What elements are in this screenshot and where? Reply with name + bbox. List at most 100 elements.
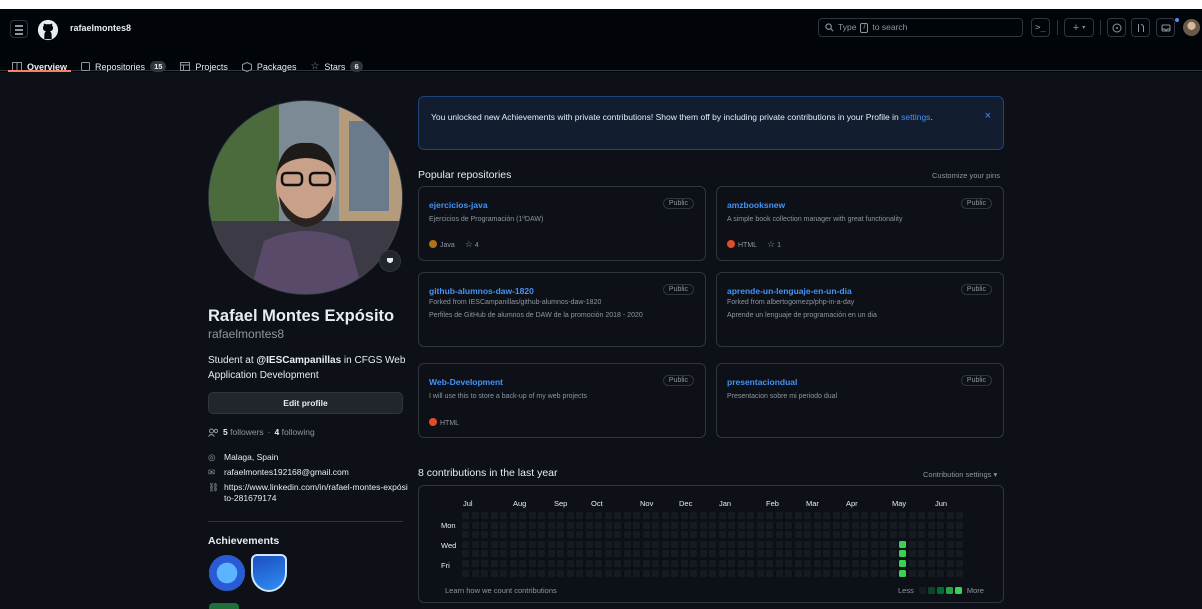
contribution-cell[interactable] bbox=[813, 540, 821, 548]
contribution-cell[interactable] bbox=[462, 550, 469, 558]
contribution-cell[interactable] bbox=[538, 521, 545, 529]
contribution-cell[interactable] bbox=[775, 512, 783, 519]
contribution-cell[interactable] bbox=[889, 560, 897, 567]
contribution-cell[interactable] bbox=[528, 531, 536, 539]
contribution-cell[interactable] bbox=[481, 569, 488, 577]
contribution-cell[interactable] bbox=[652, 521, 659, 529]
edit-profile-button[interactable]: Edit profile bbox=[208, 392, 403, 414]
tab-packages[interactable]: Packages bbox=[241, 61, 296, 72]
contribution-cell[interactable] bbox=[908, 550, 916, 558]
contribution-cell[interactable] bbox=[908, 512, 916, 519]
contribution-cell[interactable] bbox=[585, 521, 593, 529]
contribution-cell[interactable] bbox=[946, 512, 954, 519]
contribution-cell[interactable] bbox=[652, 531, 659, 539]
contribution-cell[interactable] bbox=[585, 540, 593, 548]
contribution-cell[interactable] bbox=[785, 550, 792, 558]
contribution-cell[interactable] bbox=[500, 521, 507, 529]
contribution-cell[interactable] bbox=[937, 521, 944, 529]
contribution-cell[interactable] bbox=[471, 550, 479, 558]
pull-requests-button[interactable] bbox=[1131, 18, 1150, 37]
contribution-cell[interactable] bbox=[519, 560, 526, 567]
contribution-cell[interactable] bbox=[899, 531, 906, 539]
contribution-cell[interactable] bbox=[633, 540, 640, 548]
contribution-cell[interactable] bbox=[671, 512, 678, 519]
contribution-cell[interactable] bbox=[671, 540, 678, 548]
contribution-cell[interactable] bbox=[633, 560, 640, 567]
contribution-cell[interactable] bbox=[557, 569, 564, 577]
contribution-cell[interactable] bbox=[842, 550, 849, 558]
contribution-cell[interactable] bbox=[804, 531, 811, 539]
contribution-cell[interactable] bbox=[861, 521, 868, 529]
contribution-cell[interactable] bbox=[576, 569, 583, 577]
contribution-cell[interactable] bbox=[927, 531, 935, 539]
contribution-cell[interactable] bbox=[728, 521, 735, 529]
contribution-cell[interactable] bbox=[547, 531, 555, 539]
tab-stars[interactable]: ☆ Stars 6 bbox=[310, 61, 363, 72]
contribution-cell[interactable] bbox=[661, 550, 669, 558]
contribution-cell[interactable] bbox=[785, 560, 792, 567]
contribution-cell[interactable] bbox=[747, 560, 754, 567]
contribution-cell[interactable] bbox=[794, 560, 802, 567]
contribution-cell[interactable] bbox=[823, 569, 830, 577]
set-status-button[interactable] bbox=[379, 250, 401, 272]
contribution-cell[interactable] bbox=[699, 569, 707, 577]
contribution-cell[interactable] bbox=[709, 540, 716, 548]
website-link[interactable]: https://www.linkedin.com/in/rafael-monte… bbox=[224, 482, 408, 504]
contribution-cell[interactable] bbox=[652, 550, 659, 558]
contribution-cell[interactable] bbox=[728, 550, 735, 558]
following-link[interactable]: 4 following bbox=[275, 427, 315, 437]
github-logo-icon[interactable] bbox=[37, 19, 59, 41]
contribution-cell[interactable] bbox=[861, 560, 868, 567]
contribution-cell[interactable] bbox=[604, 521, 612, 529]
contribution-cell[interactable] bbox=[490, 560, 498, 567]
contribution-cell[interactable] bbox=[832, 569, 840, 577]
contribution-cell[interactable] bbox=[747, 550, 754, 558]
contribution-cell[interactable] bbox=[956, 560, 963, 567]
contribution-cell[interactable] bbox=[642, 521, 650, 529]
contribution-cell[interactable] bbox=[908, 560, 916, 567]
contribution-cell[interactable] bbox=[538, 560, 545, 567]
contribution-cell[interactable] bbox=[842, 521, 849, 529]
contribution-cell[interactable] bbox=[661, 531, 669, 539]
contribution-cell[interactable] bbox=[813, 531, 821, 539]
contribution-cell[interactable] bbox=[671, 560, 678, 567]
contribution-cell[interactable] bbox=[899, 569, 906, 577]
contribution-cell[interactable] bbox=[566, 521, 574, 529]
contribution-cell[interactable] bbox=[766, 521, 773, 529]
contribution-cell[interactable] bbox=[851, 540, 859, 548]
contribution-cell[interactable] bbox=[728, 512, 735, 519]
contribution-cell[interactable] bbox=[528, 550, 536, 558]
contribution-cell[interactable] bbox=[718, 540, 726, 548]
contribution-cell[interactable] bbox=[861, 531, 868, 539]
contribution-cell[interactable] bbox=[823, 512, 830, 519]
contribution-cell[interactable] bbox=[557, 521, 564, 529]
contribution-cell[interactable] bbox=[566, 560, 574, 567]
contribution-cell[interactable] bbox=[462, 560, 469, 567]
contribution-cell[interactable] bbox=[737, 540, 745, 548]
contribution-cell[interactable] bbox=[500, 512, 507, 519]
contribution-cell[interactable] bbox=[899, 560, 906, 567]
contribution-cell[interactable] bbox=[918, 560, 925, 567]
contribution-cell[interactable] bbox=[490, 550, 498, 558]
contribution-cell[interactable] bbox=[747, 521, 754, 529]
contribution-cell[interactable] bbox=[842, 512, 849, 519]
contribution-cell[interactable] bbox=[614, 540, 621, 548]
contribution-cell[interactable] bbox=[937, 531, 944, 539]
contribution-cell[interactable] bbox=[737, 569, 745, 577]
contribution-cell[interactable] bbox=[471, 569, 479, 577]
contribution-cell[interactable] bbox=[547, 569, 555, 577]
contribution-cell[interactable] bbox=[946, 531, 954, 539]
contribution-cell[interactable] bbox=[889, 569, 897, 577]
contribution-cell[interactable] bbox=[557, 531, 564, 539]
contribution-cell[interactable] bbox=[500, 560, 507, 567]
contribution-cell[interactable] bbox=[623, 531, 631, 539]
email-link[interactable]: rafaelmontes192168@gmail.com bbox=[224, 467, 349, 478]
contribution-cell[interactable] bbox=[595, 512, 602, 519]
contribution-cell[interactable] bbox=[785, 540, 792, 548]
contribution-cell[interactable] bbox=[918, 521, 925, 529]
contribution-cell[interactable] bbox=[690, 512, 697, 519]
contribution-cell[interactable] bbox=[728, 569, 735, 577]
create-new-button[interactable]: + ▾ bbox=[1064, 18, 1094, 37]
contribution-cell[interactable] bbox=[889, 540, 897, 548]
contribution-cell[interactable] bbox=[775, 560, 783, 567]
